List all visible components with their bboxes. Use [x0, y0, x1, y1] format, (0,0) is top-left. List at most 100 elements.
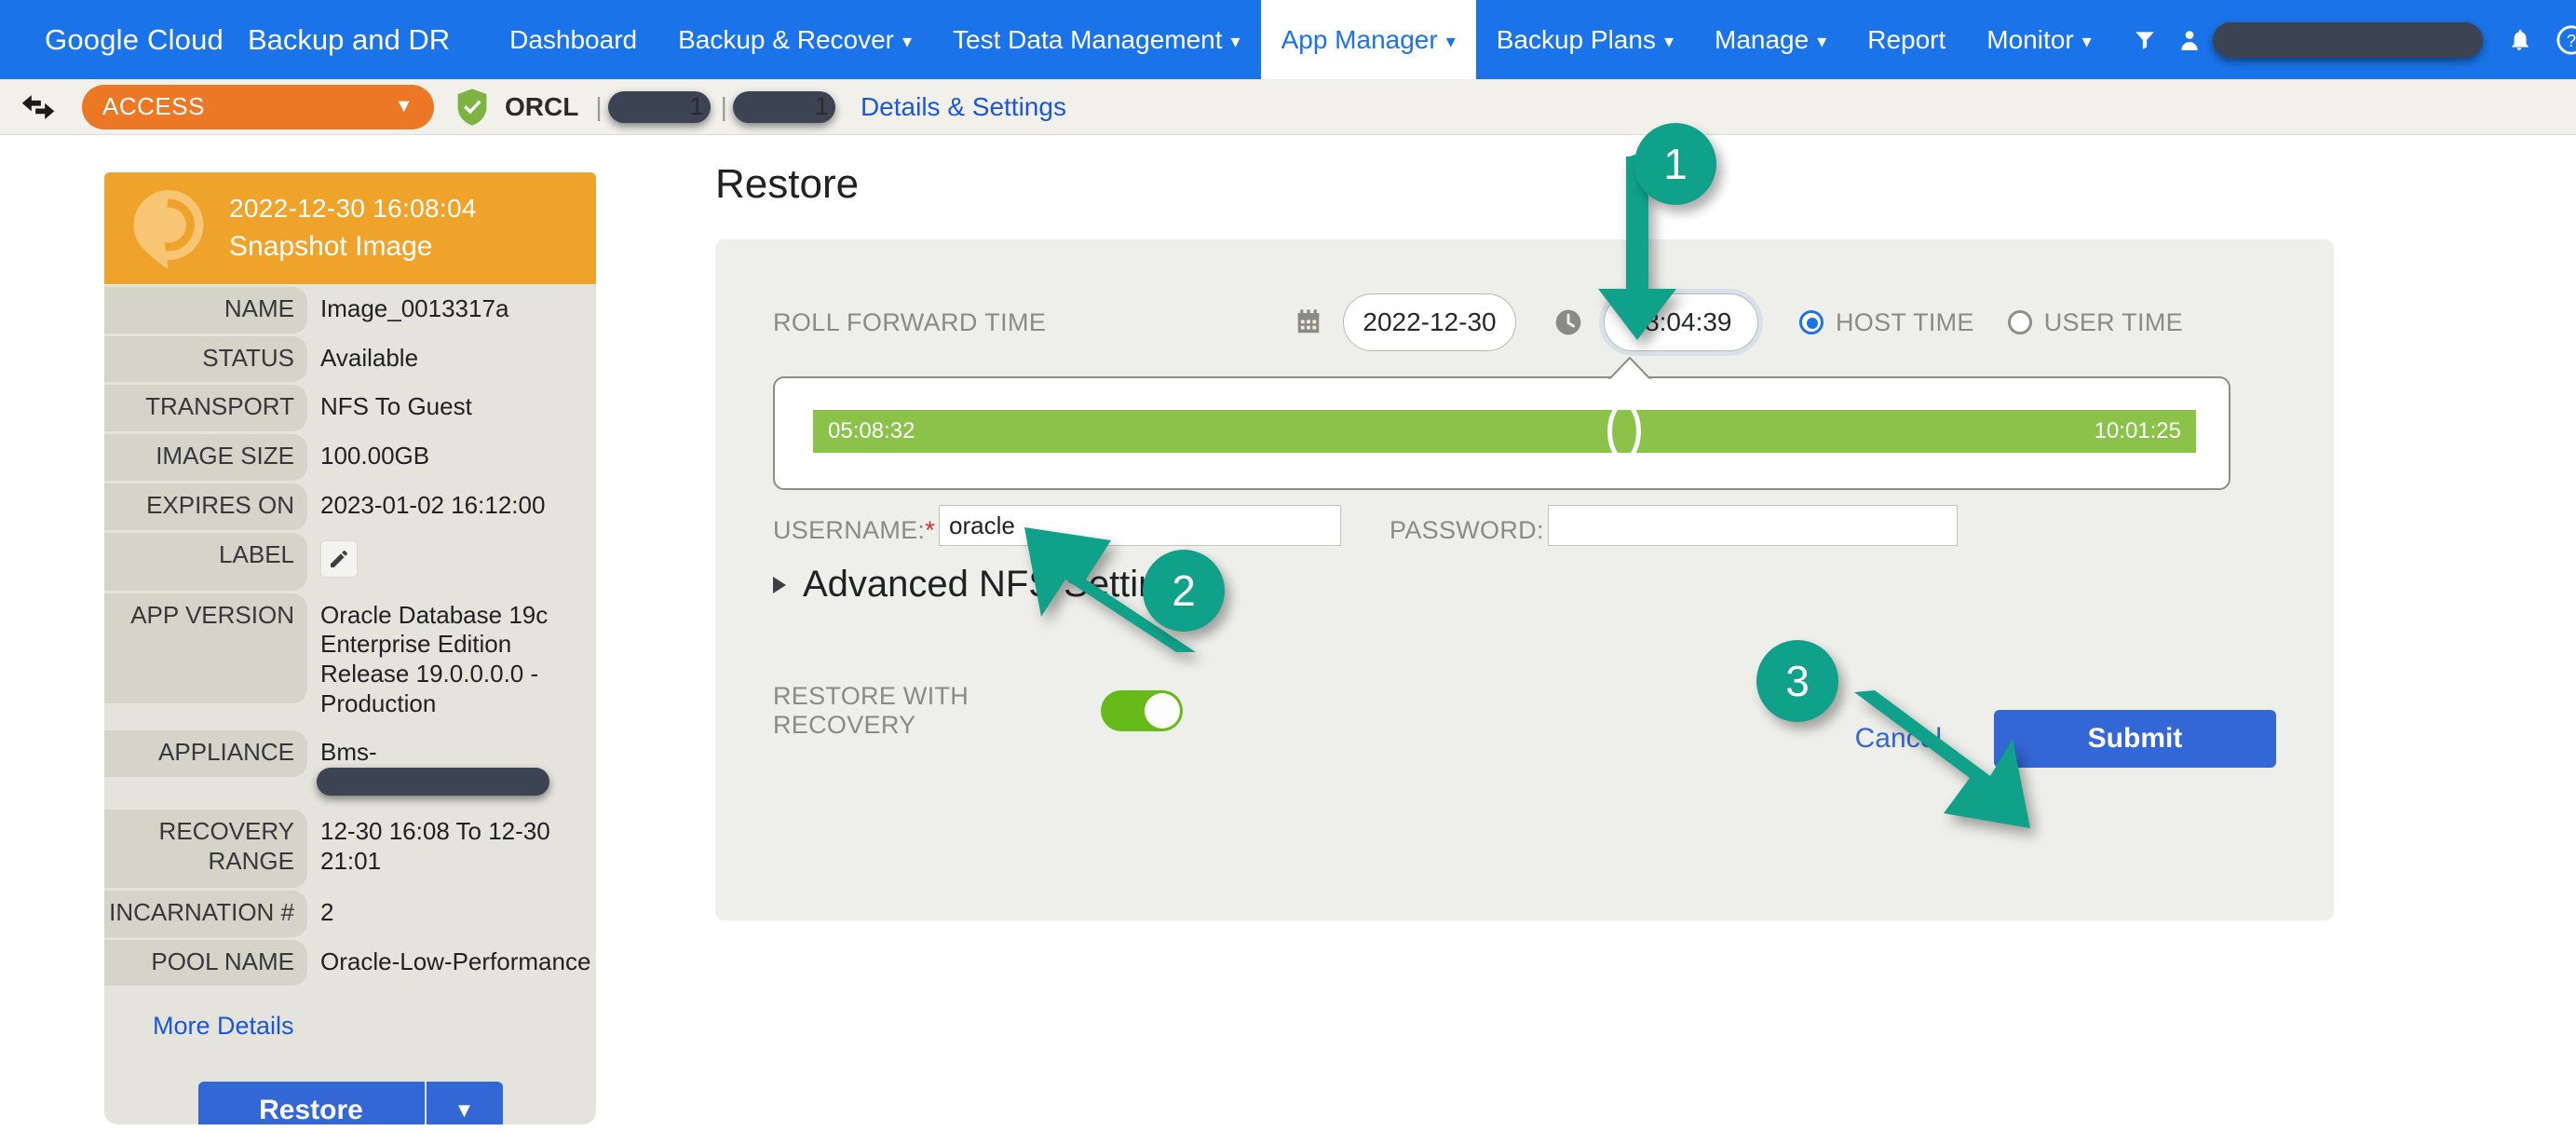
filter-button[interactable]: [2112, 0, 2177, 79]
detail-key: IMAGE SIZE: [104, 434, 307, 481]
bell-icon[interactable]: [2507, 26, 2531, 54]
nav-item-backup-plans[interactable]: Backup Plans ▾: [1476, 0, 1694, 79]
nav-item-label: Backup Plans: [1496, 24, 1656, 54]
detail-row-transport: TRANSPORT NFS To Guest: [104, 385, 596, 432]
roll-forward-time-row: ROLL FORWARD TIME 2022-12-30 08:04:39 HO…: [773, 288, 2272, 357]
detail-key: POOL NAME: [104, 939, 307, 987]
detail-row-app-version: APP VERSION Oracle Database 19c Enterpri…: [104, 593, 596, 729]
nav-item-monitor[interactable]: Monitor ▾: [1966, 0, 2111, 79]
toggle-knob: [1145, 693, 1180, 729]
nav-item-manage[interactable]: Manage ▾: [1694, 0, 1847, 79]
nav-item-label: Manage: [1715, 24, 1810, 54]
cancel-button[interactable]: Cancel: [1855, 723, 1942, 755]
funnel-icon: [2135, 31, 2154, 49]
notch-triangle-icon: [1608, 357, 1651, 379]
nav-item-app-manager[interactable]: App Manager ▾: [1260, 0, 1476, 79]
chevron-down-icon: ▾: [1817, 31, 1827, 52]
detail-value: Oracle Database 19c Enterprise Edition R…: [320, 600, 549, 717]
restore-button[interactable]: Restore: [197, 1082, 425, 1124]
password-label: PASSWORD:: [1390, 516, 1544, 544]
radio-user-time[interactable]: USER TIME: [2007, 308, 2183, 337]
detail-value: NFS To Guest: [320, 392, 472, 421]
account-name-redacted: [2212, 21, 2483, 58]
annotation-badge-1: 1: [1634, 123, 1716, 205]
slider-track[interactable]: 05:08:32 10:01:25: [813, 410, 2196, 453]
account-menu[interactable]: [2177, 21, 2483, 58]
detail-key: RECOVERY RANGE: [104, 809, 307, 888]
roll-forward-date-input[interactable]: 2022-12-30: [1343, 293, 1516, 351]
roll-forward-time-label: ROLL FORWARD TIME: [773, 307, 1047, 336]
advanced-nfs-settings-toggle[interactable]: Advanced NFS Settings: [773, 564, 1199, 606]
nav-item-label: Report: [1867, 24, 1946, 54]
appliance-redacted: [317, 768, 549, 797]
calendar-icon[interactable]: [1295, 307, 1322, 337]
detail-key: APP VERSION: [104, 593, 307, 703]
detail-key: STATUS: [104, 335, 307, 383]
detail-value: 12-30 16:08 To 12-30 21:01: [320, 816, 550, 875]
form-actions: Cancel Submit: [1855, 710, 2276, 768]
restore-with-recovery-toggle[interactable]: [1101, 690, 1183, 731]
detail-row-image-size: IMAGE SIZE 100.00GB: [104, 434, 596, 481]
detail-row-label: LABEL: [104, 532, 596, 591]
chevron-down-icon: ▾: [2081, 31, 2092, 52]
detail-key: EXPIRES ON: [104, 483, 307, 530]
access-dropdown[interactable]: ACCESS ▼: [82, 84, 434, 129]
detail-value-label: [307, 533, 358, 587]
page-title: Restore: [715, 161, 860, 207]
radio-host-time[interactable]: HOST TIME: [1799, 308, 1974, 337]
brand-google-cloud: Google Cloud: [45, 22, 224, 56]
person-icon: [2181, 30, 2198, 50]
detail-value: 100.00GB: [320, 442, 430, 470]
detail-row-appliance: APPLIANCE Bms-: [104, 730, 596, 806]
restore-with-recovery-row: RESTORE WITH RECOVERY: [773, 682, 1183, 740]
nav-item-report[interactable]: Report: [1847, 0, 1966, 79]
advanced-nfs-settings-label: Advanced NFS Settings: [803, 564, 1199, 605]
nav-item-test-data-management[interactable]: Test Data Management ▾: [932, 0, 1261, 79]
pencil-icon: [331, 550, 347, 567]
radio-dot-selected: [1799, 310, 1824, 334]
more-details-link[interactable]: More Details: [153, 1012, 596, 1041]
radio-dot: [2007, 310, 2032, 334]
brand-product-name: Backup and DR: [247, 22, 451, 56]
detail-row-status: STATUS Available: [104, 335, 596, 383]
password-input[interactable]: [1547, 505, 1958, 546]
snapshot-image-icon: [133, 190, 204, 268]
snapshot-info-card: 2022-12-30 16:08:04 Snapshot Image NAME …: [104, 172, 596, 1124]
detail-row-recovery-range: RECOVERY RANGE 12-30 16:08 To 12-30 21:0…: [104, 809, 596, 888]
nav-item-dashboard[interactable]: Dashboard: [489, 0, 658, 79]
app-root: Google Cloud Backup and DR Dashboard Bac…: [0, 0, 2576, 1131]
slider-start-time: 05:08:32: [828, 418, 915, 443]
help-icon[interactable]: ?: [2556, 24, 2576, 56]
detail-key: INCARNATION #: [104, 890, 307, 937]
chevron-down-icon: ▾: [1663, 31, 1674, 52]
details-and-settings-link[interactable]: Details & Settings: [861, 92, 1066, 122]
detail-key: LABEL: [104, 532, 307, 591]
detail-row-incarnation: INCARNATION # 2: [104, 890, 596, 937]
recovery-range-slider[interactable]: 05:08:32 10:01:25: [773, 357, 2230, 490]
restore-with-recovery-label: RESTORE WITH RECOVERY: [773, 682, 969, 739]
shield-check-icon: [457, 88, 487, 126]
edit-label-button[interactable]: [320, 539, 358, 578]
restore-button-group: Restore ▼: [104, 1082, 596, 1124]
nav-item-backup-recover[interactable]: Backup & Recover ▾: [658, 0, 932, 79]
detail-row-pool-name: POOL NAME Oracle-Low-Performance: [104, 939, 596, 987]
submit-button[interactable]: Submit: [1994, 710, 2276, 768]
swap-arrows-icon[interactable]: [17, 90, 60, 124]
restore-dropdown-button[interactable]: ▼: [424, 1082, 503, 1124]
clock-icon[interactable]: [1553, 307, 1583, 337]
username-label: USERNAME:: [773, 516, 926, 544]
username-input[interactable]: oracle: [939, 505, 1342, 546]
brand[interactable]: Google Cloud Backup and DR: [0, 0, 450, 79]
nav-items: Dashboard Backup & Recover ▾ Test Data M…: [489, 0, 2177, 79]
access-dropdown-label: ACCESS: [102, 92, 205, 120]
chevron-down-icon: ▾: [1445, 31, 1456, 52]
slider-handle[interactable]: [1607, 402, 1641, 461]
breadcrumb-separator: |: [595, 91, 603, 121]
roll-forward-time-input[interactable]: 08:04:39: [1604, 293, 1758, 351]
breadcrumb-item-tail-1: 1: [689, 92, 704, 120]
nav-item-label: Test Data Management: [953, 24, 1223, 54]
snapshot-details-list: NAME Image_0013317a STATUS Available TRA…: [104, 287, 596, 987]
app-name: ORCL: [505, 91, 579, 121]
chevron-down-icon: ▾: [902, 31, 913, 52]
slider-end-time: 10:01:25: [2094, 418, 2181, 443]
